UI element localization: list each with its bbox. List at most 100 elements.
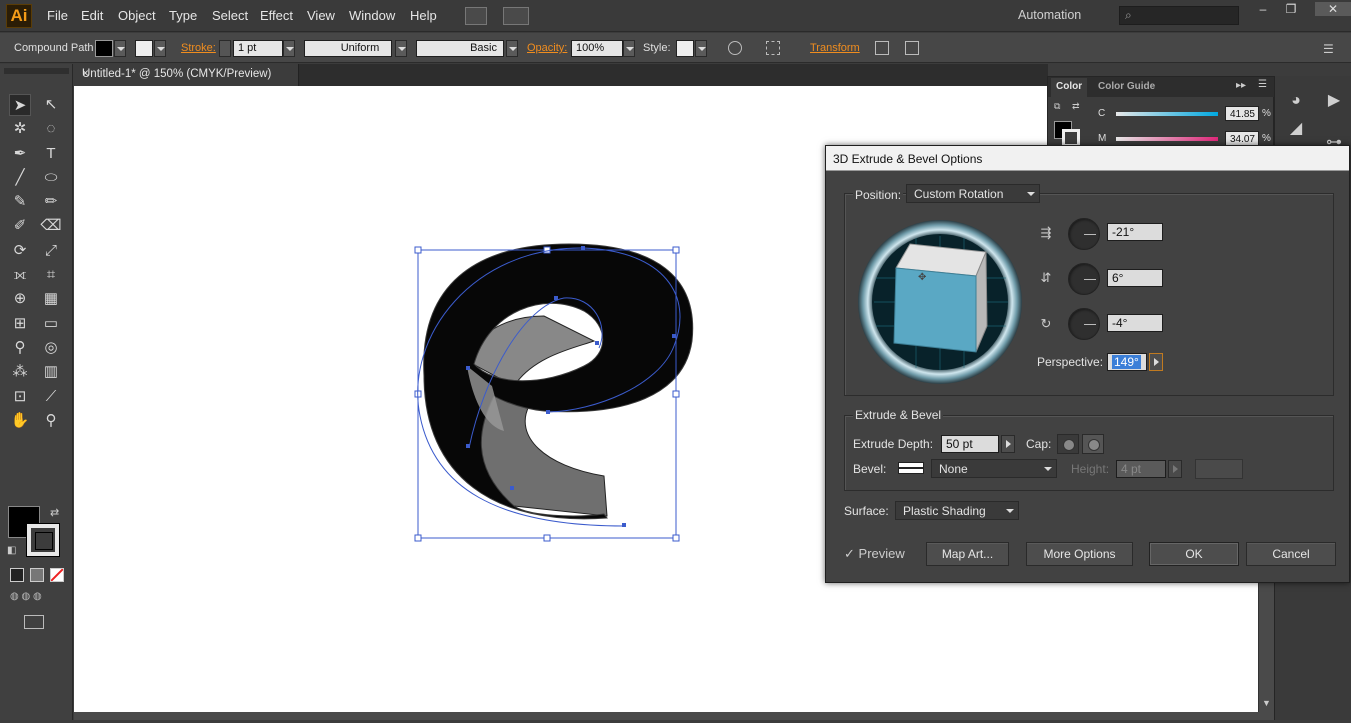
perspective-input[interactable]: 149° <box>1107 353 1147 371</box>
tools-panel-grip[interactable] <box>4 68 69 74</box>
swap-colors-icon[interactable]: ⇄ <box>1072 101 1080 112</box>
extrude-depth-input[interactable]: 50 pt <box>941 435 999 453</box>
slice-tool-icon[interactable]: ⟋ <box>40 386 62 408</box>
stroke-weight-input[interactable]: 1 pt <box>233 40 283 57</box>
close-tab-icon[interactable]: × <box>82 68 89 80</box>
color-mode-icon[interactable] <box>10 568 24 582</box>
tab-color-guide[interactable]: Color Guide <box>1098 81 1155 92</box>
scale-tool-icon[interactable]: ⤢ <box>40 240 62 262</box>
artboard-tool-icon[interactable]: ⊡ <box>9 386 31 408</box>
rotation-track-cube[interactable]: ✥ <box>856 218 1026 388</box>
scroll-down-arrow-icon[interactable]: ▼ <box>1262 698 1271 708</box>
isolate-group-icon[interactable] <box>875 41 889 55</box>
menu-effect[interactable]: Effect <box>260 8 293 23</box>
perspective-slider-arrow[interactable] <box>1149 353 1163 371</box>
paintbrush-tool-icon[interactable]: ✎ <box>9 191 31 213</box>
dialog-title[interactable]: 3D Extrude & Bevel Options <box>826 146 1349 171</box>
recolor-artwork-icon[interactable] <box>728 41 742 55</box>
line-tool-icon[interactable]: ╱ <box>9 167 31 189</box>
height-input[interactable]: 4 pt <box>1116 460 1166 478</box>
more-options-button[interactable]: More Options <box>1026 542 1133 566</box>
horizontal-scrollbar[interactable] <box>74 712 1259 720</box>
menu-edit[interactable]: Edit <box>81 8 103 23</box>
preview-checkbox[interactable]: ✓ Preview <box>844 546 905 562</box>
document-tab[interactable]: Untitled-1* @ 150% (CMYK/Preview) × <box>74 64 299 86</box>
fill-dropdown[interactable] <box>114 40 126 57</box>
swatches-icon[interactable]: ◕ <box>1283 90 1309 112</box>
play-action-icon[interactable]: ▶ <box>1321 90 1347 112</box>
mesh-tool-icon[interactable]: ⊞ <box>9 313 31 335</box>
drawing-modes-icon[interactable]: ◍ ◍ ◍ <box>10 591 64 605</box>
variable-width-profile[interactable]: Uniform <box>304 40 392 57</box>
panel-collapse-icon[interactable]: ▸▸ <box>1236 80 1246 91</box>
symbol-sprayer-tool-icon[interactable]: ⁂ <box>9 361 31 383</box>
width-tool-icon[interactable]: ⟗ <box>9 264 31 286</box>
opacity-label[interactable]: Opacity: <box>527 42 567 54</box>
brush-dropdown[interactable] <box>506 40 518 57</box>
close-window-button[interactable]: ✕ <box>1315 2 1351 16</box>
brush-definition[interactable]: Basic <box>416 40 504 57</box>
align-to-selection-icon[interactable] <box>766 41 780 55</box>
pencil-tool-icon[interactable]: ✏ <box>40 191 62 213</box>
magenta-value[interactable]: 34.07 <box>1225 131 1259 146</box>
transform-link[interactable]: Transform <box>810 42 860 54</box>
profile-dropdown[interactable] <box>395 40 407 57</box>
cancel-button[interactable]: Cancel <box>1246 542 1336 566</box>
default-fill-stroke-icon[interactable]: ◧ <box>7 545 16 556</box>
tab-color[interactable]: Color <box>1051 78 1088 97</box>
bridge-icon[interactable] <box>465 7 487 25</box>
blend-tool-icon[interactable]: ◎ <box>40 337 62 359</box>
column-graph-tool-icon[interactable]: ▥ <box>40 361 62 383</box>
cyan-value[interactable]: 41.85 <box>1225 106 1259 121</box>
cyan-slider[interactable] <box>1116 112 1218 116</box>
stroke-weight-dropdown[interactable] <box>283 40 295 57</box>
menu-file[interactable]: File <box>47 8 68 23</box>
control-panel-menu-icon[interactable]: ☰ <box>1323 42 1334 56</box>
z-rotation-input[interactable]: -4° <box>1107 314 1163 332</box>
menu-object[interactable]: Object <box>118 8 156 23</box>
opacity-input[interactable]: 100% <box>571 40 623 57</box>
blob-brush-tool-icon[interactable]: ✐ <box>9 215 31 237</box>
gradient-mode-icon[interactable] <box>30 568 44 582</box>
panel-menu-icon[interactable]: ☰ <box>1258 79 1267 90</box>
fill-color-swatch[interactable] <box>95 40 113 57</box>
y-rotation-input[interactable]: 6° <box>1107 269 1163 287</box>
screen-mode-icon[interactable] <box>24 615 44 629</box>
opacity-dropdown[interactable] <box>623 40 635 57</box>
eyedropper-tool-icon[interactable]: ⚲ <box>9 337 31 359</box>
menu-type[interactable]: Type <box>169 8 197 23</box>
help-search-input[interactable]: ⌕ <box>1119 6 1239 25</box>
menu-view[interactable]: View <box>307 8 335 23</box>
menu-window[interactable]: Window <box>349 8 395 23</box>
stroke-color-swatch[interactable] <box>135 40 153 57</box>
minimize-button[interactable]: – <box>1248 2 1278 16</box>
ellipse-tool-icon[interactable]: ⬭ <box>40 167 62 189</box>
selection-tool-icon[interactable]: ➤ <box>9 94 31 116</box>
graphic-style-swatch[interactable] <box>676 40 694 57</box>
ok-button[interactable]: OK <box>1149 542 1239 566</box>
lasso-tool-icon[interactable]: ◌ <box>40 118 62 140</box>
workspace-switcher[interactable]: Automation <box>1018 8 1081 22</box>
pen-tool-icon[interactable]: ✒ <box>9 143 31 165</box>
bevel-direction-buttons[interactable] <box>1195 459 1243 479</box>
bevel-dropdown[interactable]: None <box>931 459 1057 478</box>
magenta-slider[interactable] <box>1116 137 1218 141</box>
none-mode-icon[interactable] <box>50 568 64 582</box>
height-slider-arrow[interactable] <box>1168 460 1182 478</box>
stroke-label[interactable]: Stroke: <box>181 42 216 54</box>
brushes-icon[interactable]: ◢ <box>1283 118 1309 140</box>
cap-off-button[interactable] <box>1082 434 1104 454</box>
magic-wand-tool-icon[interactable]: ✲ <box>9 118 31 140</box>
arrange-documents-icon[interactable] <box>503 7 529 25</box>
zoom-tool-icon[interactable]: ⚲ <box>40 410 62 432</box>
position-dropdown[interactable]: Custom Rotation <box>906 184 1040 203</box>
hand-tool-icon[interactable]: ✋ <box>9 410 31 432</box>
maximize-button[interactable]: ❐ <box>1276 2 1306 16</box>
surface-dropdown[interactable]: Plastic Shading <box>895 501 1019 520</box>
map-art-button[interactable]: Map Art... <box>926 542 1009 566</box>
stroke-swatch[interactable] <box>26 523 60 557</box>
menu-help[interactable]: Help <box>410 8 437 23</box>
z-rotation-knob[interactable] <box>1068 308 1100 340</box>
cap-on-button[interactable] <box>1057 434 1079 454</box>
stroke-weight-stepper[interactable] <box>219 40 231 57</box>
